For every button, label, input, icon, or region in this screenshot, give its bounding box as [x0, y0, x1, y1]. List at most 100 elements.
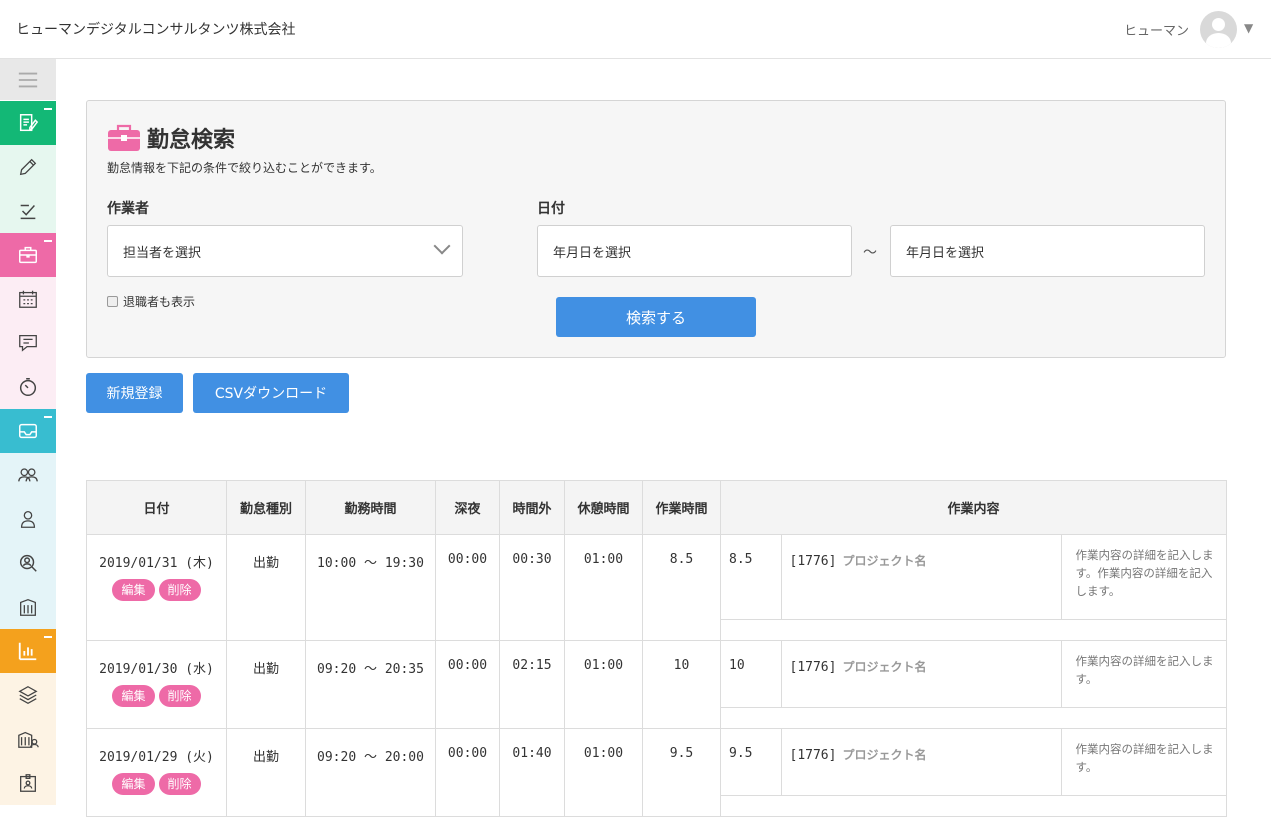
calendar-icon[interactable] — [0, 277, 56, 321]
header-hours[interactable]: 勤務時間 — [305, 480, 436, 535]
row-break: 01:00 — [564, 640, 643, 729]
pencil-icon[interactable] — [0, 145, 56, 189]
task-cell: 10 [1776] プロジェクト名 作業内容の詳細を記入します。 — [720, 640, 1227, 729]
row-overtime: 02:15 — [499, 640, 565, 729]
row-night: 00:00 — [435, 728, 500, 817]
csv-download-button[interactable]: CSVダウンロード — [193, 373, 349, 413]
users-group-icon[interactable] — [0, 453, 56, 497]
company-name: ヒューマンデジタルコンサルタンツ株式会社 — [16, 22, 296, 38]
edit-button[interactable]: 編集 — [112, 773, 155, 795]
edit-button[interactable]: 編集 — [112, 685, 155, 707]
chat-icon[interactable] — [0, 321, 56, 365]
date-label: 日付 — [537, 201, 565, 217]
date-cell: 2019/01/30 (水) 編集 削除 — [86, 640, 227, 729]
date-from-input[interactable]: 年月日を選択 — [537, 225, 852, 277]
task-footer — [721, 619, 1226, 640]
project-name: プロジェクト名 — [842, 748, 927, 762]
delete-button[interactable]: 削除 — [158, 579, 201, 601]
user-icon[interactable] — [0, 497, 56, 541]
layers-icon[interactable] — [0, 673, 56, 717]
row-work: 9.5 — [642, 728, 721, 817]
header-task[interactable]: 作業内容 — [720, 480, 1227, 535]
task-hours: 10 — [721, 641, 782, 707]
date-cell: 2019/01/29 (火) 編集 削除 — [86, 728, 227, 817]
project-name: プロジェクト名 — [842, 554, 927, 568]
table-header-row: 日付 勤怠種別 勤務時間 深夜 時間外 休憩時間 作業時間 作業内容 — [86, 480, 1227, 535]
task-detail: 作業内容の詳細を記入します。 — [1075, 742, 1214, 774]
header-night[interactable]: 深夜 — [435, 480, 500, 535]
new-record-button[interactable]: 新規登録 — [86, 373, 183, 413]
inbox-icon[interactable] — [0, 409, 56, 453]
range-separator: ～ — [863, 245, 877, 261]
show-retired-label: 退職者も表示 — [123, 295, 196, 309]
header-overtime[interactable]: 時間外 — [499, 480, 565, 535]
worker-select-value: 担当者を選択 — [123, 245, 202, 261]
row-date: 2019/01/29 (火) — [99, 750, 214, 765]
edit-button[interactable]: 編集 — [112, 579, 155, 601]
project-id: [1776] — [789, 554, 837, 569]
header-date[interactable]: 日付 — [86, 480, 227, 535]
task-cell: 8.5 [1776] プロジェクト名 作業内容の詳細を記入します。作業内容の詳細を… — [720, 534, 1227, 641]
building-user-icon[interactable] — [0, 717, 56, 761]
worker-label: 作業者 — [107, 201, 149, 217]
attendance-table: 日付 勤怠種別 勤務時間 深夜 時間外 休憩時間 作業時間 作業内容 2019/… — [86, 480, 1227, 817]
task-project: [1776] プロジェクト名 — [781, 729, 1062, 795]
row-type: 出勤 — [226, 728, 306, 817]
checkbox-box[interactable] — [107, 296, 118, 307]
report-edit-icon[interactable] — [0, 101, 56, 145]
date-to-input[interactable]: 年月日を選択 — [890, 225, 1205, 277]
briefcase-icon — [108, 124, 140, 151]
header-type[interactable]: 勤怠種別 — [226, 480, 306, 535]
panel-title: 勤怠検索 — [107, 122, 235, 154]
page-title: 勤怠検索 — [147, 128, 236, 153]
table-row: 2019/01/29 (火) 編集 削除 出勤 09:20 ～ 20:00 00… — [86, 728, 1227, 817]
task-project: [1776] プロジェクト名 — [781, 641, 1062, 707]
header-break[interactable]: 休憩時間 — [564, 480, 643, 535]
top-bar: ヒューマンデジタルコンサルタンツ株式会社 ヒューマン ▼ — [0, 0, 1271, 59]
row-break: 01:00 — [564, 534, 643, 641]
delete-button[interactable]: 削除 — [158, 685, 201, 707]
row-hours: 10:00 ～ 19:30 — [305, 534, 436, 641]
row-date: 2019/01/31 (木) — [99, 556, 214, 571]
table-row: 2019/01/30 (水) 編集 削除 出勤 09:20 ～ 20:35 00… — [86, 640, 1227, 729]
row-break: 01:00 — [564, 728, 643, 817]
sidebar — [0, 59, 56, 812]
row-hours: 09:20 ～ 20:00 — [305, 728, 436, 817]
user-avatar-icon[interactable] — [1200, 11, 1237, 48]
briefcase-icon[interactable] — [0, 233, 56, 277]
project-id: [1776] — [789, 748, 837, 763]
id-card-icon[interactable] — [0, 761, 56, 805]
check-list-icon[interactable] — [0, 189, 56, 233]
caret-down-icon[interactable]: ▼ — [1244, 21, 1253, 35]
task-footer — [721, 795, 1226, 816]
bar-chart-icon[interactable] — [0, 629, 56, 673]
date-cell: 2019/01/31 (木) 編集 削除 — [86, 534, 227, 641]
search-button[interactable]: 検索する — [556, 297, 756, 337]
building-icon[interactable] — [0, 585, 56, 629]
row-hours: 09:20 ～ 20:35 — [305, 640, 436, 729]
user-search-icon[interactable] — [0, 541, 56, 585]
task-detail: 作業内容の詳細を記入します。 — [1075, 654, 1214, 686]
date-to-placeholder: 年月日を選択 — [906, 245, 985, 261]
row-work: 10 — [642, 640, 721, 729]
row-type: 出勤 — [226, 534, 306, 641]
row-date: 2019/01/30 (水) — [99, 662, 214, 677]
project-name: プロジェクト名 — [842, 660, 927, 674]
show-retired-checkbox[interactable]: 退職者も表示 — [107, 293, 195, 310]
timer-icon[interactable] — [0, 365, 56, 409]
project-id: [1776] — [789, 660, 837, 675]
panel-description: 勤怠情報を下記の条件で絞り込むことができます。 — [107, 161, 382, 175]
row-overtime: 01:40 — [499, 728, 565, 817]
header-work[interactable]: 作業時間 — [642, 480, 721, 535]
menu-icon[interactable] — [0, 59, 56, 100]
task-hours: 9.5 — [721, 729, 782, 795]
chevron-down-icon — [433, 237, 451, 255]
delete-button[interactable]: 削除 — [158, 773, 201, 795]
task-footer — [721, 707, 1226, 728]
row-overtime: 00:30 — [499, 534, 565, 641]
task-cell: 9.5 [1776] プロジェクト名 作業内容の詳細を記入します。 — [720, 728, 1227, 817]
table-row: 2019/01/31 (木) 編集 削除 出勤 10:00 ～ 19:30 00… — [86, 534, 1227, 641]
user-name[interactable]: ヒューマン — [1124, 20, 1189, 39]
worker-select[interactable]: 担当者を選択 — [107, 225, 463, 277]
task-hours: 8.5 — [721, 535, 782, 619]
